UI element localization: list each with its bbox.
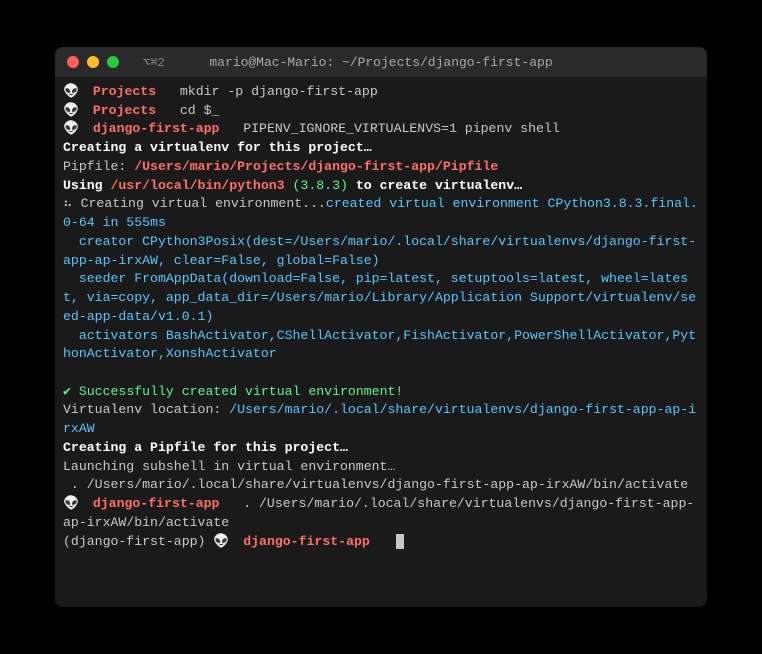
command-text: PIPENV_IGNORE_VIRTUALENVS=1 pipenv shell	[243, 121, 560, 136]
output-label: Virtualenv location:	[63, 402, 229, 417]
output-line: Creating a Pipfile for this project…	[63, 439, 699, 458]
output-line: . /Users/mario/.local/share/virtualenvs/…	[63, 476, 699, 495]
skull-icon: 👽	[63, 120, 77, 138]
skull-icon: 👽	[63, 83, 77, 101]
venv-prefix: (django-first-app)	[63, 534, 213, 549]
python-version: (3.8.3)	[285, 178, 356, 193]
skull-icon: 👽	[63, 495, 77, 513]
zoom-button[interactable]	[107, 56, 119, 68]
output-line: creator CPython3Posix(dest=/Users/mario/…	[63, 233, 699, 270]
titlebar: ⌥⌘2 mario@Mac-Mario: ~/Projects/django-f…	[55, 47, 707, 77]
prompt-dir: django-first-app	[243, 534, 370, 549]
minimize-button[interactable]	[87, 56, 99, 68]
tab-shortcut-label: ⌥⌘2	[143, 55, 165, 70]
close-button[interactable]	[67, 56, 79, 68]
output-line: seeder FromAppData(download=False, pip=l…	[63, 270, 699, 326]
output-label: Using	[63, 178, 110, 193]
output-text: to create virtualenv…	[356, 178, 522, 193]
output-line: activators BashActivator,CShellActivator…	[63, 327, 699, 364]
traffic-lights	[67, 56, 119, 68]
spinner-text: ⠦ Creating virtual environment...	[63, 196, 326, 211]
prompt-dir: django-first-app	[93, 121, 220, 136]
prompt-dir: django-first-app	[93, 496, 220, 511]
output-path: /Users/mario/Projects/django-first-app/P…	[134, 159, 498, 174]
terminal-body[interactable]: 👽 Projects mkdir -p django-first-app 👽 Pr…	[55, 77, 707, 607]
output-line: Creating a virtualenv for this project…	[63, 139, 699, 158]
output-label: Pipfile:	[63, 159, 134, 174]
cursor	[396, 534, 404, 549]
command-text: mkdir -p django-first-app	[180, 84, 378, 99]
success-line: ✔ Successfully created virtual environme…	[63, 383, 699, 402]
output-line: Launching subshell in virtual environmen…	[63, 458, 699, 477]
skull-icon: 👽	[213, 533, 227, 551]
prompt-dir: Projects	[93, 103, 156, 118]
prompt-dir: Projects	[93, 84, 156, 99]
command-text: cd $_	[180, 103, 220, 118]
output-path: /usr/local/bin/python3	[110, 178, 284, 193]
terminal-window: ⌥⌘2 mario@Mac-Mario: ~/Projects/django-f…	[55, 47, 707, 607]
skull-icon: 👽	[63, 102, 77, 120]
